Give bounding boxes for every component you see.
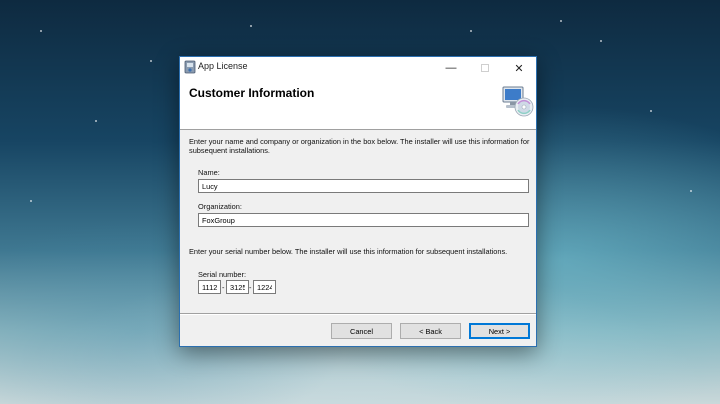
- minimize-button[interactable]: —: [434, 57, 468, 79]
- minimize-icon: —: [445, 62, 457, 74]
- name-label: Name:: [198, 168, 220, 177]
- background-star: [600, 40, 602, 42]
- window-title: App License: [198, 61, 248, 71]
- background-star: [470, 30, 472, 32]
- background-star: [95, 120, 97, 122]
- page-title: Customer Information: [189, 86, 315, 100]
- organization-field[interactable]: [198, 213, 529, 227]
- organization-label: Organization:: [198, 202, 242, 211]
- background-star: [150, 60, 152, 62]
- button-divider: [180, 313, 536, 315]
- serial-intro-text: Enter your serial number below. The inst…: [189, 247, 508, 256]
- background-star: [650, 110, 652, 112]
- serial-number-label: Serial number:: [198, 270, 247, 279]
- title-bar[interactable]: App License — ✕: [180, 57, 536, 79]
- installer-window: App License — ✕ Customer Information Ent…: [179, 56, 537, 347]
- maximize-icon: [481, 64, 489, 72]
- serial-separator: -: [249, 283, 252, 292]
- installer-app-icon: [184, 60, 196, 74]
- intro-text: Enter your name and company or organizat…: [189, 137, 530, 155]
- close-button[interactable]: ✕: [502, 57, 536, 79]
- name-field[interactable]: [198, 179, 529, 193]
- serial-part-1-field[interactable]: [198, 280, 221, 294]
- background-star: [40, 30, 42, 32]
- serial-part-2-field[interactable]: [226, 280, 249, 294]
- cancel-button[interactable]: Cancel: [331, 323, 392, 339]
- dialog-header: Customer Information: [180, 79, 536, 130]
- background-star: [30, 200, 32, 202]
- setup-computer-disc-icon: [502, 86, 534, 117]
- background-star: [690, 190, 692, 192]
- serial-separator: -: [222, 283, 225, 292]
- back-button[interactable]: < Back: [400, 323, 461, 339]
- maximize-button: [468, 57, 502, 79]
- next-button[interactable]: Next >: [469, 323, 530, 339]
- background-star: [560, 20, 562, 22]
- background-star: [250, 25, 252, 27]
- close-icon: ✕: [514, 62, 524, 75]
- serial-part-3-field[interactable]: [253, 280, 276, 294]
